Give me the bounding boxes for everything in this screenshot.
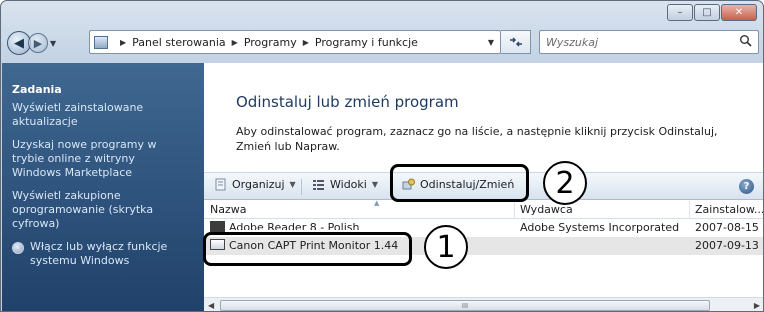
table-header: Nazwa ▲ Wydawca Zainstalow... (204, 199, 763, 219)
organize-label: Organizuj (232, 178, 285, 191)
navigation-bar: ◀ ▶ ▼ ▶ Panel sterowania ▶ Programy ▶ Pr… (7, 30, 759, 56)
breadcrumb-separator-icon[interactable]: ▶ (120, 38, 126, 47)
views-label: Widoki (330, 178, 367, 191)
sidebar-link-windows-features[interactable]: Włącz lub wyłącz funkcje systemu Windows (12, 240, 187, 268)
close-button[interactable]: ✕ (721, 4, 757, 21)
adobe-reader-icon (210, 221, 225, 232)
help-button[interactable]: ? (739, 179, 754, 194)
column-divider[interactable] (689, 201, 690, 219)
control-panel-window: – □ ✕ ◀ ▶ ▼ ▶ Panel sterowania ▶ Program… (0, 0, 764, 312)
breadcrumb-control-panel[interactable]: Panel sterowania (132, 36, 226, 49)
breadcrumb-programs-and-features[interactable]: Programy i funkcje (315, 36, 418, 49)
scrollbar-grip-icon: III (461, 301, 469, 310)
horizontal-scrollbar[interactable]: ◀ III ▶ (204, 297, 763, 311)
program-name: Adobe Reader 8 - Polish (229, 221, 360, 230)
address-dropdown-icon[interactable]: ▼ (488, 38, 494, 47)
breadcrumb-separator-icon[interactable]: ▶ (232, 38, 238, 47)
column-header-name[interactable]: Nazwa (210, 203, 246, 216)
chevron-down-icon: ▼ (371, 180, 378, 189)
breadcrumb-separator-icon[interactable]: ▶ (303, 38, 309, 47)
sidebar-link-label: Włącz lub wyłącz funkcje systemu Windows (30, 240, 168, 267)
control-panel-icon (94, 35, 108, 49)
search-placeholder: Wyszukaj (546, 35, 599, 49)
views-button[interactable]: Widoki ▼ (312, 178, 378, 191)
column-header-installed[interactable]: Zainstalow... (695, 203, 763, 216)
scrollbar-thumb[interactable]: III (220, 300, 710, 311)
refresh-icon (509, 37, 522, 47)
maximize-button[interactable]: □ (694, 4, 720, 21)
sidebar-link-installed-updates[interactable]: Wyświetl zainstalowane aktualizacje (12, 101, 187, 129)
callout-number-two: 2 (543, 161, 587, 205)
search-box[interactable]: Wyszukaj (539, 30, 759, 54)
forward-button[interactable]: ▶ (28, 33, 48, 53)
views-icon (313, 180, 324, 190)
installed-date-cell: 2007-09-13 (695, 239, 759, 252)
column-divider[interactable] (514, 201, 515, 219)
sidebar-link-digital-locker[interactable]: Wyświetl zakupione oprogramowanie (skryt… (12, 189, 187, 231)
organize-button[interactable]: Organizuj ▼ (214, 178, 296, 191)
page-title: Odinstaluj lub zmień program (236, 93, 459, 111)
address-bar[interactable]: ▶ Panel sterowania ▶ Programy ▶ Programy… (89, 30, 501, 54)
tasks-sidebar: Zadania Wyświetl zainstalowane aktualiza… (2, 63, 204, 311)
organize-icon (215, 178, 226, 191)
breadcrumb-programs[interactable]: Programy (244, 36, 297, 49)
caption-buttons: – □ ✕ (667, 4, 757, 21)
scroll-right-icon[interactable]: ▶ (754, 301, 760, 310)
callout-highlight-program (203, 232, 412, 266)
minimize-button[interactable]: – (667, 4, 693, 21)
sidebar-link-windows-marketplace[interactable]: Uzyskaj nowe programy w trybie online z … (12, 138, 187, 180)
shield-icon (12, 242, 24, 254)
callout-number-one: 1 (424, 225, 468, 269)
callout-highlight-uninstall (390, 164, 529, 202)
sort-ascending-icon: ▲ (374, 199, 380, 207)
tasks-heading: Zadania (12, 83, 62, 96)
search-icon[interactable] (739, 34, 753, 48)
toolbar-divider (301, 179, 302, 195)
recent-pages-dropdown[interactable]: ▼ (50, 39, 56, 48)
refresh-button[interactable] (501, 30, 531, 54)
publisher-cell: Adobe Systems Incorporated (520, 221, 680, 234)
installed-date-cell: 2007-08-15 (695, 221, 759, 234)
scroll-left-icon[interactable]: ◀ (208, 301, 214, 310)
page-description: Aby odinstalować program, zaznacz go na … (236, 125, 718, 153)
chevron-down-icon: ▼ (289, 180, 296, 189)
